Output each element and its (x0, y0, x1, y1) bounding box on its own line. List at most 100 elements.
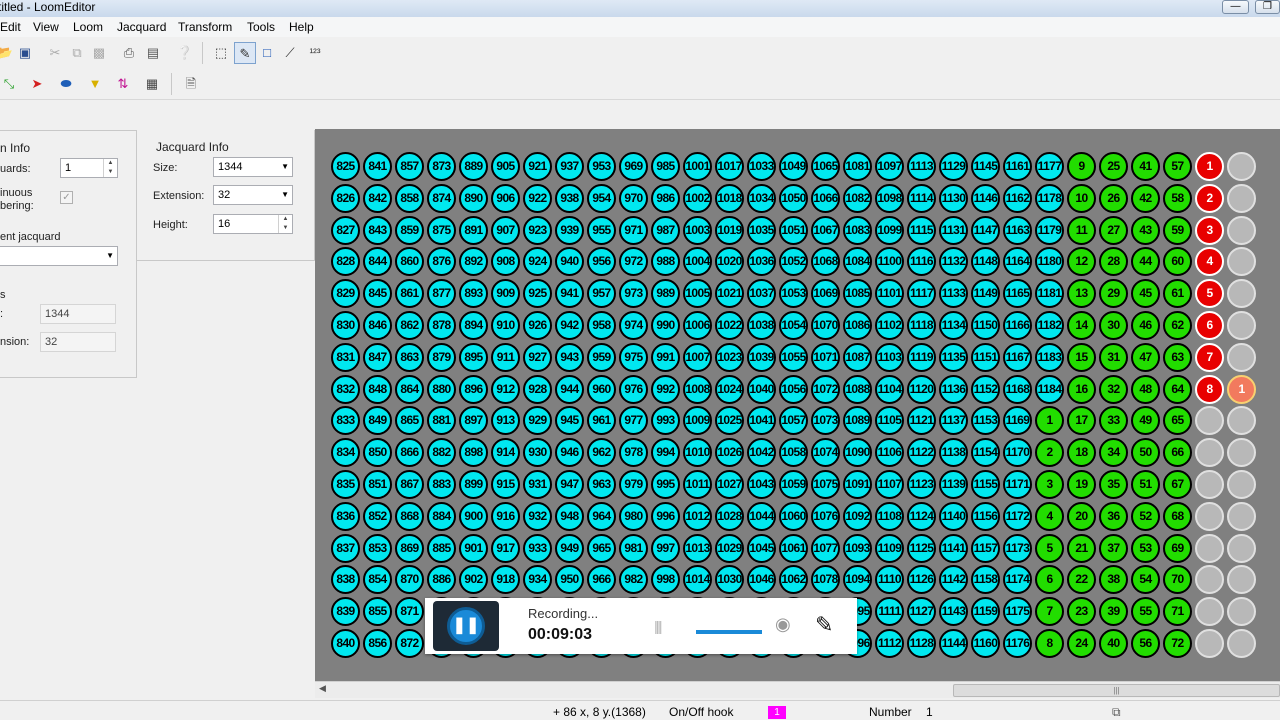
hook-cell[interactable]: 1044 (747, 502, 776, 531)
hook-cell[interactable]: 978 (619, 438, 648, 467)
hook-cell[interactable]: 969 (619, 152, 648, 181)
hook-cell[interactable]: 42 (1131, 184, 1160, 213)
hook-cell[interactable]: 1039 (747, 343, 776, 372)
paste-icon[interactable]: ▩ (88, 42, 110, 64)
hook-cell[interactable]: 1046 (747, 565, 776, 594)
hook-cell[interactable]: 975 (619, 343, 648, 372)
hook-cell[interactable]: 958 (587, 311, 616, 340)
hook-cell[interactable]: 38 (1099, 565, 1128, 594)
hook-cell[interactable]: 1113 (907, 152, 936, 181)
hook-cell[interactable]: 866 (395, 438, 424, 467)
hook-cell[interactable]: 21 (1067, 534, 1096, 563)
hook-cell[interactable]: 1038 (747, 311, 776, 340)
hook-cell[interactable]: 1001 (683, 152, 712, 181)
hook-cell[interactable]: 1066 (811, 184, 840, 213)
hook-cell[interactable]: 864 (395, 375, 424, 404)
hook-cell[interactable]: 24 (1067, 629, 1096, 658)
hook-cell[interactable]: 1119 (907, 343, 936, 372)
hook-cell[interactable]: 1075 (811, 470, 840, 499)
hook-cell[interactable]: 72 (1163, 629, 1192, 658)
hook-cell[interactable]: 1026 (715, 438, 744, 467)
blue-eraser-icon[interactable]: ⬬ (55, 73, 77, 95)
hook-cell[interactable]: 1002 (683, 184, 712, 213)
hook-cell[interactable]: 1181 (1035, 279, 1064, 308)
hook-cell[interactable]: 939 (555, 216, 584, 245)
hook-cell[interactable]: 29 (1099, 279, 1128, 308)
red-shape-icon[interactable]: ➤ (26, 73, 48, 95)
hook-cell[interactable]: 962 (587, 438, 616, 467)
hook-cell[interactable]: 15 (1067, 343, 1096, 372)
hook-cell[interactable]: 870 (395, 565, 424, 594)
hook-cell[interactable]: 59 (1163, 216, 1192, 245)
hook-cell[interactable]: 1151 (971, 343, 1000, 372)
hook-cell[interactable]: 925 (523, 279, 552, 308)
empty-hook-cell[interactable] (1195, 470, 1224, 499)
hook-cell[interactable]: 891 (459, 216, 488, 245)
hook-cell[interactable]: 1135 (939, 343, 968, 372)
restore-icon[interactable]: ❐ (1255, 0, 1280, 14)
hook-cell[interactable]: 890 (459, 184, 488, 213)
menu-view[interactable]: View (33, 20, 59, 34)
hook-cell[interactable]: 1134 (939, 311, 968, 340)
empty-hook-cell[interactable] (1195, 406, 1224, 435)
hook-cell[interactable]: 1168 (1003, 375, 1032, 404)
hook-cell[interactable]: 1158 (971, 565, 1000, 594)
hook-cell[interactable]: 1008 (683, 375, 712, 404)
hook-cell[interactable]: 896 (459, 375, 488, 404)
hook-cell[interactable]: 869 (395, 534, 424, 563)
hook-cell[interactable]: 1170 (1003, 438, 1032, 467)
empty-hook-cell[interactable] (1227, 597, 1256, 626)
hook-cell[interactable]: 990 (651, 311, 680, 340)
hook-cell[interactable]: 1104 (875, 375, 904, 404)
hook-cell[interactable]: 1068 (811, 247, 840, 276)
hook-cell[interactable]: 1175 (1003, 597, 1032, 626)
hook-cell[interactable]: 1049 (779, 152, 808, 181)
hook-cell[interactable]: 1034 (747, 184, 776, 213)
menu-tools[interactable]: Tools (247, 20, 275, 34)
hook-cell[interactable]: 932 (523, 502, 552, 531)
hook-cell[interactable]: 1093 (843, 534, 872, 563)
hook-cell[interactable]: 845 (363, 279, 392, 308)
hook-cell[interactable]: 1033 (747, 152, 776, 181)
hook-cell[interactable]: 1180 (1035, 247, 1064, 276)
hook-cell[interactable]: 916 (491, 502, 520, 531)
swap-arrows-icon[interactable]: ⇅ (112, 73, 134, 95)
empty-hook-cell[interactable] (1195, 629, 1224, 658)
hook-cell[interactable]: 1102 (875, 311, 904, 340)
hook-cell[interactable]: 1054 (779, 311, 808, 340)
hovered-hook-cell[interactable]: 1 (1227, 375, 1256, 404)
continuous-numbering-checkbox[interactable]: ✓ (60, 191, 73, 204)
hook-cell[interactable]: 1035 (747, 216, 776, 245)
hook-cell[interactable]: 20 (1067, 502, 1096, 531)
spinner-arrows-icon[interactable]: ▲ ▼ (278, 215, 292, 233)
hook-cell[interactable]: 1083 (843, 216, 872, 245)
hook-cell[interactable]: 1120 (907, 375, 936, 404)
hook-cell[interactable]: 1110 (875, 565, 904, 594)
hook-cell[interactable]: 1061 (779, 534, 808, 563)
hook-cell[interactable]: 1108 (875, 502, 904, 531)
hook-cell[interactable]: 70 (1163, 565, 1192, 594)
hook-cell[interactable]: 1174 (1003, 565, 1032, 594)
hook-cell[interactable]: 13 (1067, 279, 1096, 308)
jq-height-spinner[interactable]: 16 ▲ ▼ (213, 214, 293, 234)
hook-cell[interactable]: 1161 (1003, 152, 1032, 181)
hook-cell[interactable]: 832 (331, 375, 360, 404)
hook-cell[interactable]: 1025 (715, 406, 744, 435)
export-icon[interactable]: 🗎 (180, 73, 202, 95)
draw-pen-icon[interactable]: ✎ (234, 42, 256, 64)
hook-cell[interactable]: 6 (1195, 311, 1224, 340)
hook-cell[interactable]: 956 (587, 247, 616, 276)
hook-cell[interactable]: 901 (459, 534, 488, 563)
hook-cell[interactable]: 1043 (747, 470, 776, 499)
hook-cell[interactable]: 2 (1035, 438, 1064, 467)
hook-cell[interactable]: 928 (523, 375, 552, 404)
hook-cell[interactable]: 1070 (811, 311, 840, 340)
hook-cell[interactable]: 1132 (939, 247, 968, 276)
hook-cell[interactable]: 1050 (779, 184, 808, 213)
hook-cell[interactable]: 28 (1099, 247, 1128, 276)
hook-cell[interactable]: 1144 (939, 629, 968, 658)
current-jacquard-dropdown[interactable]: ▼ (0, 246, 118, 266)
hook-cell[interactable]: 17 (1067, 406, 1096, 435)
hook-cell[interactable]: 35 (1099, 470, 1128, 499)
hook-cell[interactable]: 1131 (939, 216, 968, 245)
